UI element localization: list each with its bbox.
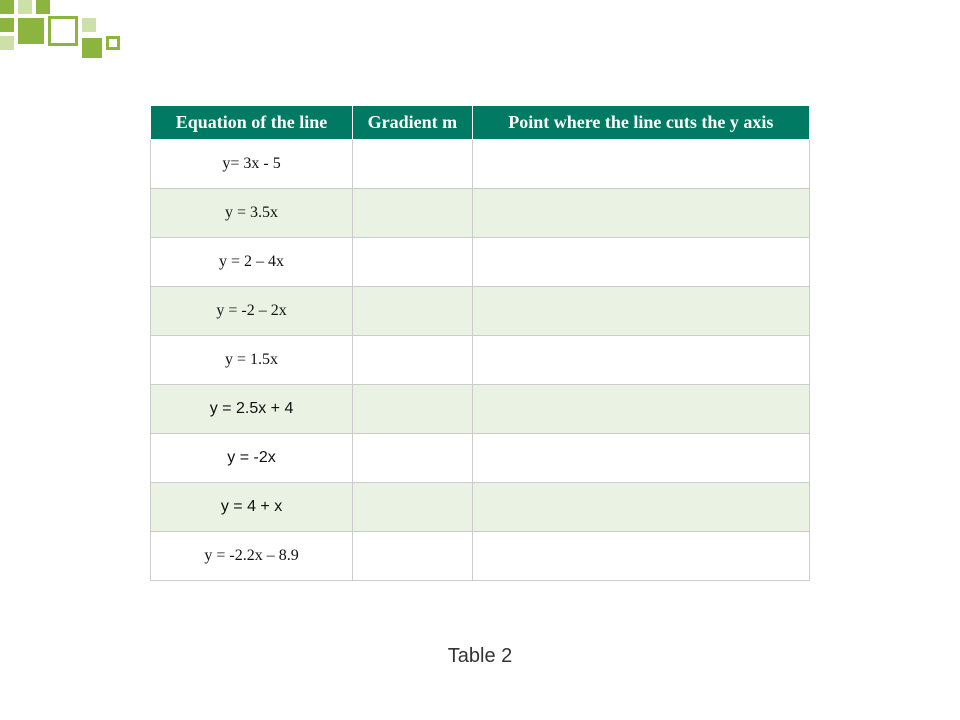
cell-yintercept: [472, 189, 809, 238]
table-row: y = -2x: [151, 434, 810, 483]
cell-yintercept: [472, 140, 809, 189]
cell-gradient: [353, 189, 473, 238]
col-header-yintercept: Point where the line cuts the y axis: [472, 106, 809, 140]
corner-ornament-icon: [0, 0, 220, 70]
cell-equation: y = -2x: [151, 434, 353, 483]
cell-yintercept: [472, 483, 809, 532]
table-row: y = 2 – 4x: [151, 238, 810, 287]
cell-gradient: [353, 238, 473, 287]
cell-yintercept: [472, 238, 809, 287]
cell-gradient: [353, 336, 473, 385]
cell-yintercept: [472, 434, 809, 483]
table-caption: Table 2: [0, 645, 960, 668]
cell-gradient: [353, 483, 473, 532]
cell-yintercept: [472, 385, 809, 434]
cell-gradient: [353, 532, 473, 581]
table-row: y = 4 + x: [151, 483, 810, 532]
table-row: y = 1.5x: [151, 336, 810, 385]
table-row: y = 3.5x: [151, 189, 810, 238]
table-row: y = -2 – 2x: [151, 287, 810, 336]
cell-equation: y= 3x - 5: [151, 140, 353, 189]
cell-equation: y = 3.5x: [151, 189, 353, 238]
cell-gradient: [353, 434, 473, 483]
table-row: y = 2.5x + 4: [151, 385, 810, 434]
table-header: Equation of the line Gradient m Point wh…: [151, 106, 810, 140]
cell-equation: y = -2 – 2x: [151, 287, 353, 336]
cell-gradient: [353, 385, 473, 434]
cell-equation: y = 1.5x: [151, 336, 353, 385]
col-header-equation: Equation of the line: [151, 106, 353, 140]
cell-equation: y = 4 + x: [151, 483, 353, 532]
cell-gradient: [353, 140, 473, 189]
cell-equation: y = 2.5x + 4: [151, 385, 353, 434]
cell-yintercept: [472, 532, 809, 581]
equations-table: Equation of the line Gradient m Point wh…: [150, 105, 810, 581]
col-header-gradient: Gradient m: [353, 106, 473, 140]
cell-gradient: [353, 287, 473, 336]
cell-yintercept: [472, 287, 809, 336]
cell-equation: y = 2 – 4x: [151, 238, 353, 287]
table-row: y= 3x - 5: [151, 140, 810, 189]
slide: Equation of the line Gradient m Point wh…: [0, 0, 960, 720]
cell-equation: y = -2.2x – 8.9: [151, 532, 353, 581]
table-row: y = -2.2x – 8.9: [151, 532, 810, 581]
cell-yintercept: [472, 336, 809, 385]
